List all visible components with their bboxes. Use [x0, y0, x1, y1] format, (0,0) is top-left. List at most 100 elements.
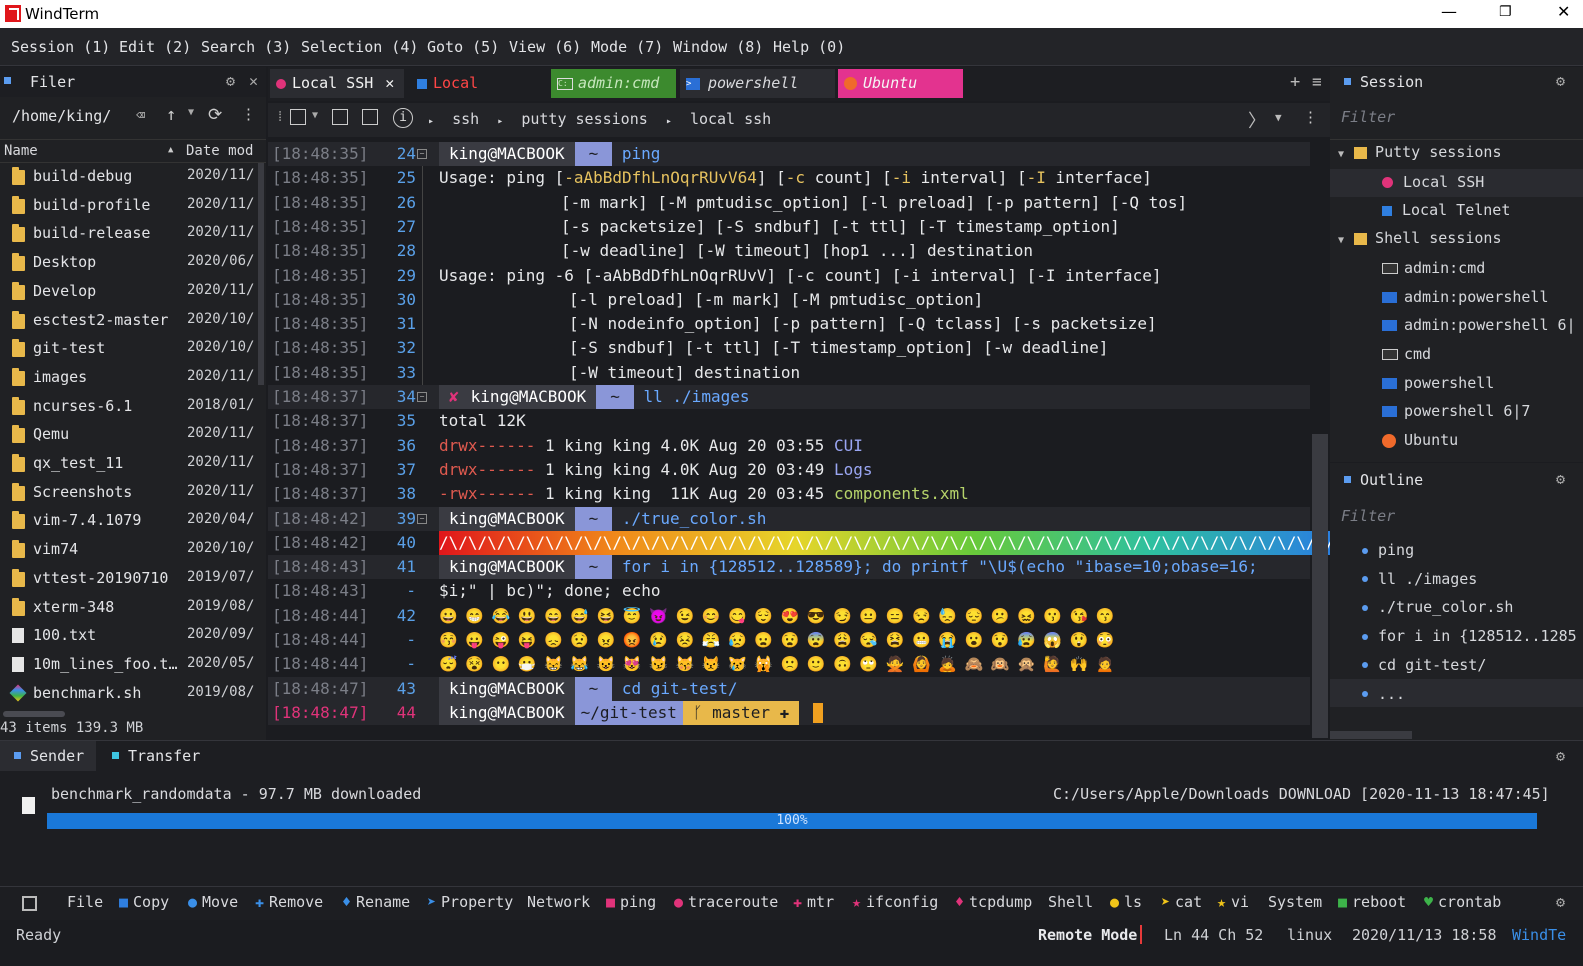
- menu-edit[interactable]: Edit (2): [119, 38, 191, 56]
- tab-sender[interactable]: Sender: [0, 741, 96, 771]
- quickbar-reboot-button[interactable]: ■ reboot: [1338, 888, 1406, 916]
- outline-item[interactable]: ./true_color.sh: [1362, 598, 1513, 616]
- more-icon[interactable]: ⋮: [241, 105, 256, 123]
- outline-item[interactable]: ...: [1362, 685, 1405, 703]
- close-button[interactable]: ✕: [1557, 2, 1570, 21]
- file-row[interactable]: Screenshots 2020/11/: [0, 479, 262, 508]
- session-item[interactable]: powershell 6|7: [1382, 402, 1530, 420]
- menu-search[interactable]: Search (3): [201, 38, 291, 56]
- quickbar-rename-button[interactable]: ♦ Rename: [342, 888, 410, 916]
- info-icon[interactable]: i: [393, 108, 413, 128]
- session-group[interactable]: ▼ Putty sessions: [1338, 143, 1501, 161]
- copy-session-icon[interactable]: [362, 109, 378, 125]
- tab-local-telnet[interactable]: Local Telnet: [411, 69, 547, 121]
- fold-icon[interactable]: −: [417, 149, 427, 159]
- chevron-down-icon[interactable]: ▼: [1275, 111, 1282, 124]
- col-name[interactable]: Name: [4, 143, 38, 159]
- scrollbar[interactable]: [3, 711, 65, 717]
- session-item[interactable]: admin:powershell: [1382, 288, 1549, 306]
- status-mode[interactable]: Remote Mode: [1038, 926, 1137, 944]
- quickbar-ifconfig-button[interactable]: ★ ifconfig: [852, 888, 938, 916]
- tab-powershell[interactable]: >powershell 6|7: [680, 69, 835, 121]
- menu-mode[interactable]: Mode (7): [591, 38, 663, 56]
- file-row[interactable]: ncurses-6.1 2018/01/: [0, 393, 262, 422]
- chevron-down-icon[interactable]: ▼: [188, 107, 194, 118]
- gear-icon[interactable]: ⚙: [1556, 747, 1565, 765]
- duplicate-icon[interactable]: [332, 109, 348, 125]
- breadcrumb-item[interactable]: putty sessions: [521, 110, 647, 128]
- quickbar-tcpdump-button[interactable]: ♦ tcpdump: [955, 888, 1032, 916]
- tab-transfer[interactable]: Transfer: [110, 741, 220, 771]
- gear-icon[interactable]: ⚙: [1556, 893, 1565, 911]
- quickbar-traceroute-button[interactable]: ● traceroute: [674, 888, 778, 916]
- session-item[interactable]: admin:cmd: [1382, 259, 1485, 277]
- menu-goto[interactable]: Goto (5): [427, 38, 499, 56]
- menu-selection[interactable]: Selection (4): [301, 38, 418, 56]
- more-icon[interactable]: ⋮: [1303, 108, 1318, 126]
- tab-menu-icon[interactable]: ≡: [1312, 72, 1322, 91]
- path-input[interactable]: /home/king/: [12, 107, 111, 125]
- tab-local-ssh[interactable]: Local SSH ✕: [270, 69, 404, 98]
- session-filter-input[interactable]: Filter: [1341, 108, 1395, 126]
- chevron-down-icon[interactable]: ▼: [312, 110, 318, 121]
- file-row[interactable]: git-test 2020/10/: [0, 335, 262, 364]
- col-date[interactable]: Date mod: [186, 143, 253, 159]
- session-item[interactable]: cmd: [1382, 345, 1431, 363]
- file-row[interactable]: 10m_lines_foo.t… 2020/05/: [0, 651, 262, 680]
- restore-button[interactable]: ❐: [1499, 4, 1512, 20]
- quickbar-shell-button[interactable]: Shell: [1048, 888, 1093, 916]
- file-row[interactable]: Develop 2020/11/: [0, 278, 262, 307]
- outline-item[interactable]: cd git-test/: [1362, 656, 1486, 674]
- terminal-scrollbar[interactable]: [1312, 434, 1328, 738]
- session-item[interactable]: admin:powershell 6|: [1382, 316, 1576, 334]
- close-icon[interactable]: ✕: [249, 72, 258, 90]
- gear-icon[interactable]: ⚙: [226, 72, 235, 90]
- quickbar-file-button[interactable]: File: [67, 888, 103, 916]
- tab-ubuntu[interactable]: Ubuntu: [838, 69, 963, 98]
- outline-item[interactable]: ll ./images: [1362, 570, 1477, 588]
- file-row[interactable]: build-profile 2020/11/: [0, 192, 262, 221]
- file-row[interactable]: build-release 2020/11/: [0, 220, 262, 249]
- file-row[interactable]: xterm-348 2019/08/: [0, 594, 262, 623]
- chevron-right-icon[interactable]: 〉: [1248, 107, 1266, 133]
- quickbar-ping-button[interactable]: ■ ping: [606, 888, 656, 916]
- file-row[interactable]: benchmark.sh 2019/08/: [0, 680, 262, 709]
- quickbar-copy-button[interactable]: ■ Copy: [119, 888, 169, 916]
- file-row[interactable]: Desktop 2020/06/: [0, 249, 262, 278]
- session-item[interactable]: powershell: [1382, 374, 1494, 392]
- refresh-icon[interactable]: ⟳: [208, 105, 222, 125]
- session-item[interactable]: Ubuntu: [1382, 431, 1458, 449]
- quickbar-move-button[interactable]: ● Move: [188, 888, 238, 916]
- quickbar-vi-button[interactable]: ★ vi: [1217, 888, 1249, 916]
- file-row[interactable]: vim74 2020/10/: [0, 536, 262, 565]
- fold-icon[interactable]: −: [417, 513, 427, 524]
- tab-admin-cmd[interactable]: C: admin:cmd: [551, 69, 676, 98]
- file-row[interactable]: build-debug 2020/11/: [0, 163, 262, 192]
- quickbar-cat-button[interactable]: ➤ cat: [1161, 888, 1202, 916]
- menu-help[interactable]: Help (0): [773, 38, 845, 56]
- file-row[interactable]: 100.txt 2020/09/: [0, 622, 262, 651]
- breadcrumb-item[interactable]: ssh: [452, 110, 479, 128]
- breadcrumb-item[interactable]: local ssh: [690, 110, 771, 128]
- quickbar-crontab-button[interactable]: ♥ crontab: [1424, 888, 1501, 916]
- minimize-button[interactable]: —: [1441, 2, 1457, 21]
- outline-item[interactable]: ping: [1362, 541, 1414, 559]
- up-arrow-icon[interactable]: ↑: [166, 105, 176, 125]
- session-item[interactable]: Local SSH: [1382, 173, 1484, 191]
- gear-icon[interactable]: ⚙: [1556, 72, 1565, 90]
- file-row[interactable]: images 2020/11/: [0, 364, 262, 393]
- fold-icon[interactable]: −: [417, 392, 427, 402]
- menu-view[interactable]: View (6): [509, 38, 581, 56]
- vertical-scrollbar[interactable]: [258, 163, 264, 385]
- quickbar-property-button[interactable]: ➤ Property: [427, 888, 513, 916]
- file-row[interactable]: Qemu 2020/11/: [0, 421, 262, 450]
- quickbar-remove-button[interactable]: ✚ Remove: [255, 888, 323, 916]
- quickbar-network-button[interactable]: Network: [527, 888, 590, 916]
- menu-window[interactable]: Window (8): [673, 38, 763, 56]
- gear-icon[interactable]: ⚙: [1556, 470, 1565, 488]
- new-tab-icon[interactable]: +: [1290, 72, 1300, 92]
- file-row[interactable]: vim-7.4.1079 2020/04/: [0, 507, 262, 536]
- outline-filter-input[interactable]: Filter: [1341, 507, 1395, 525]
- file-row[interactable]: qx_test_11 2020/11/: [0, 450, 262, 479]
- menu-session[interactable]: Session (1): [11, 38, 110, 56]
